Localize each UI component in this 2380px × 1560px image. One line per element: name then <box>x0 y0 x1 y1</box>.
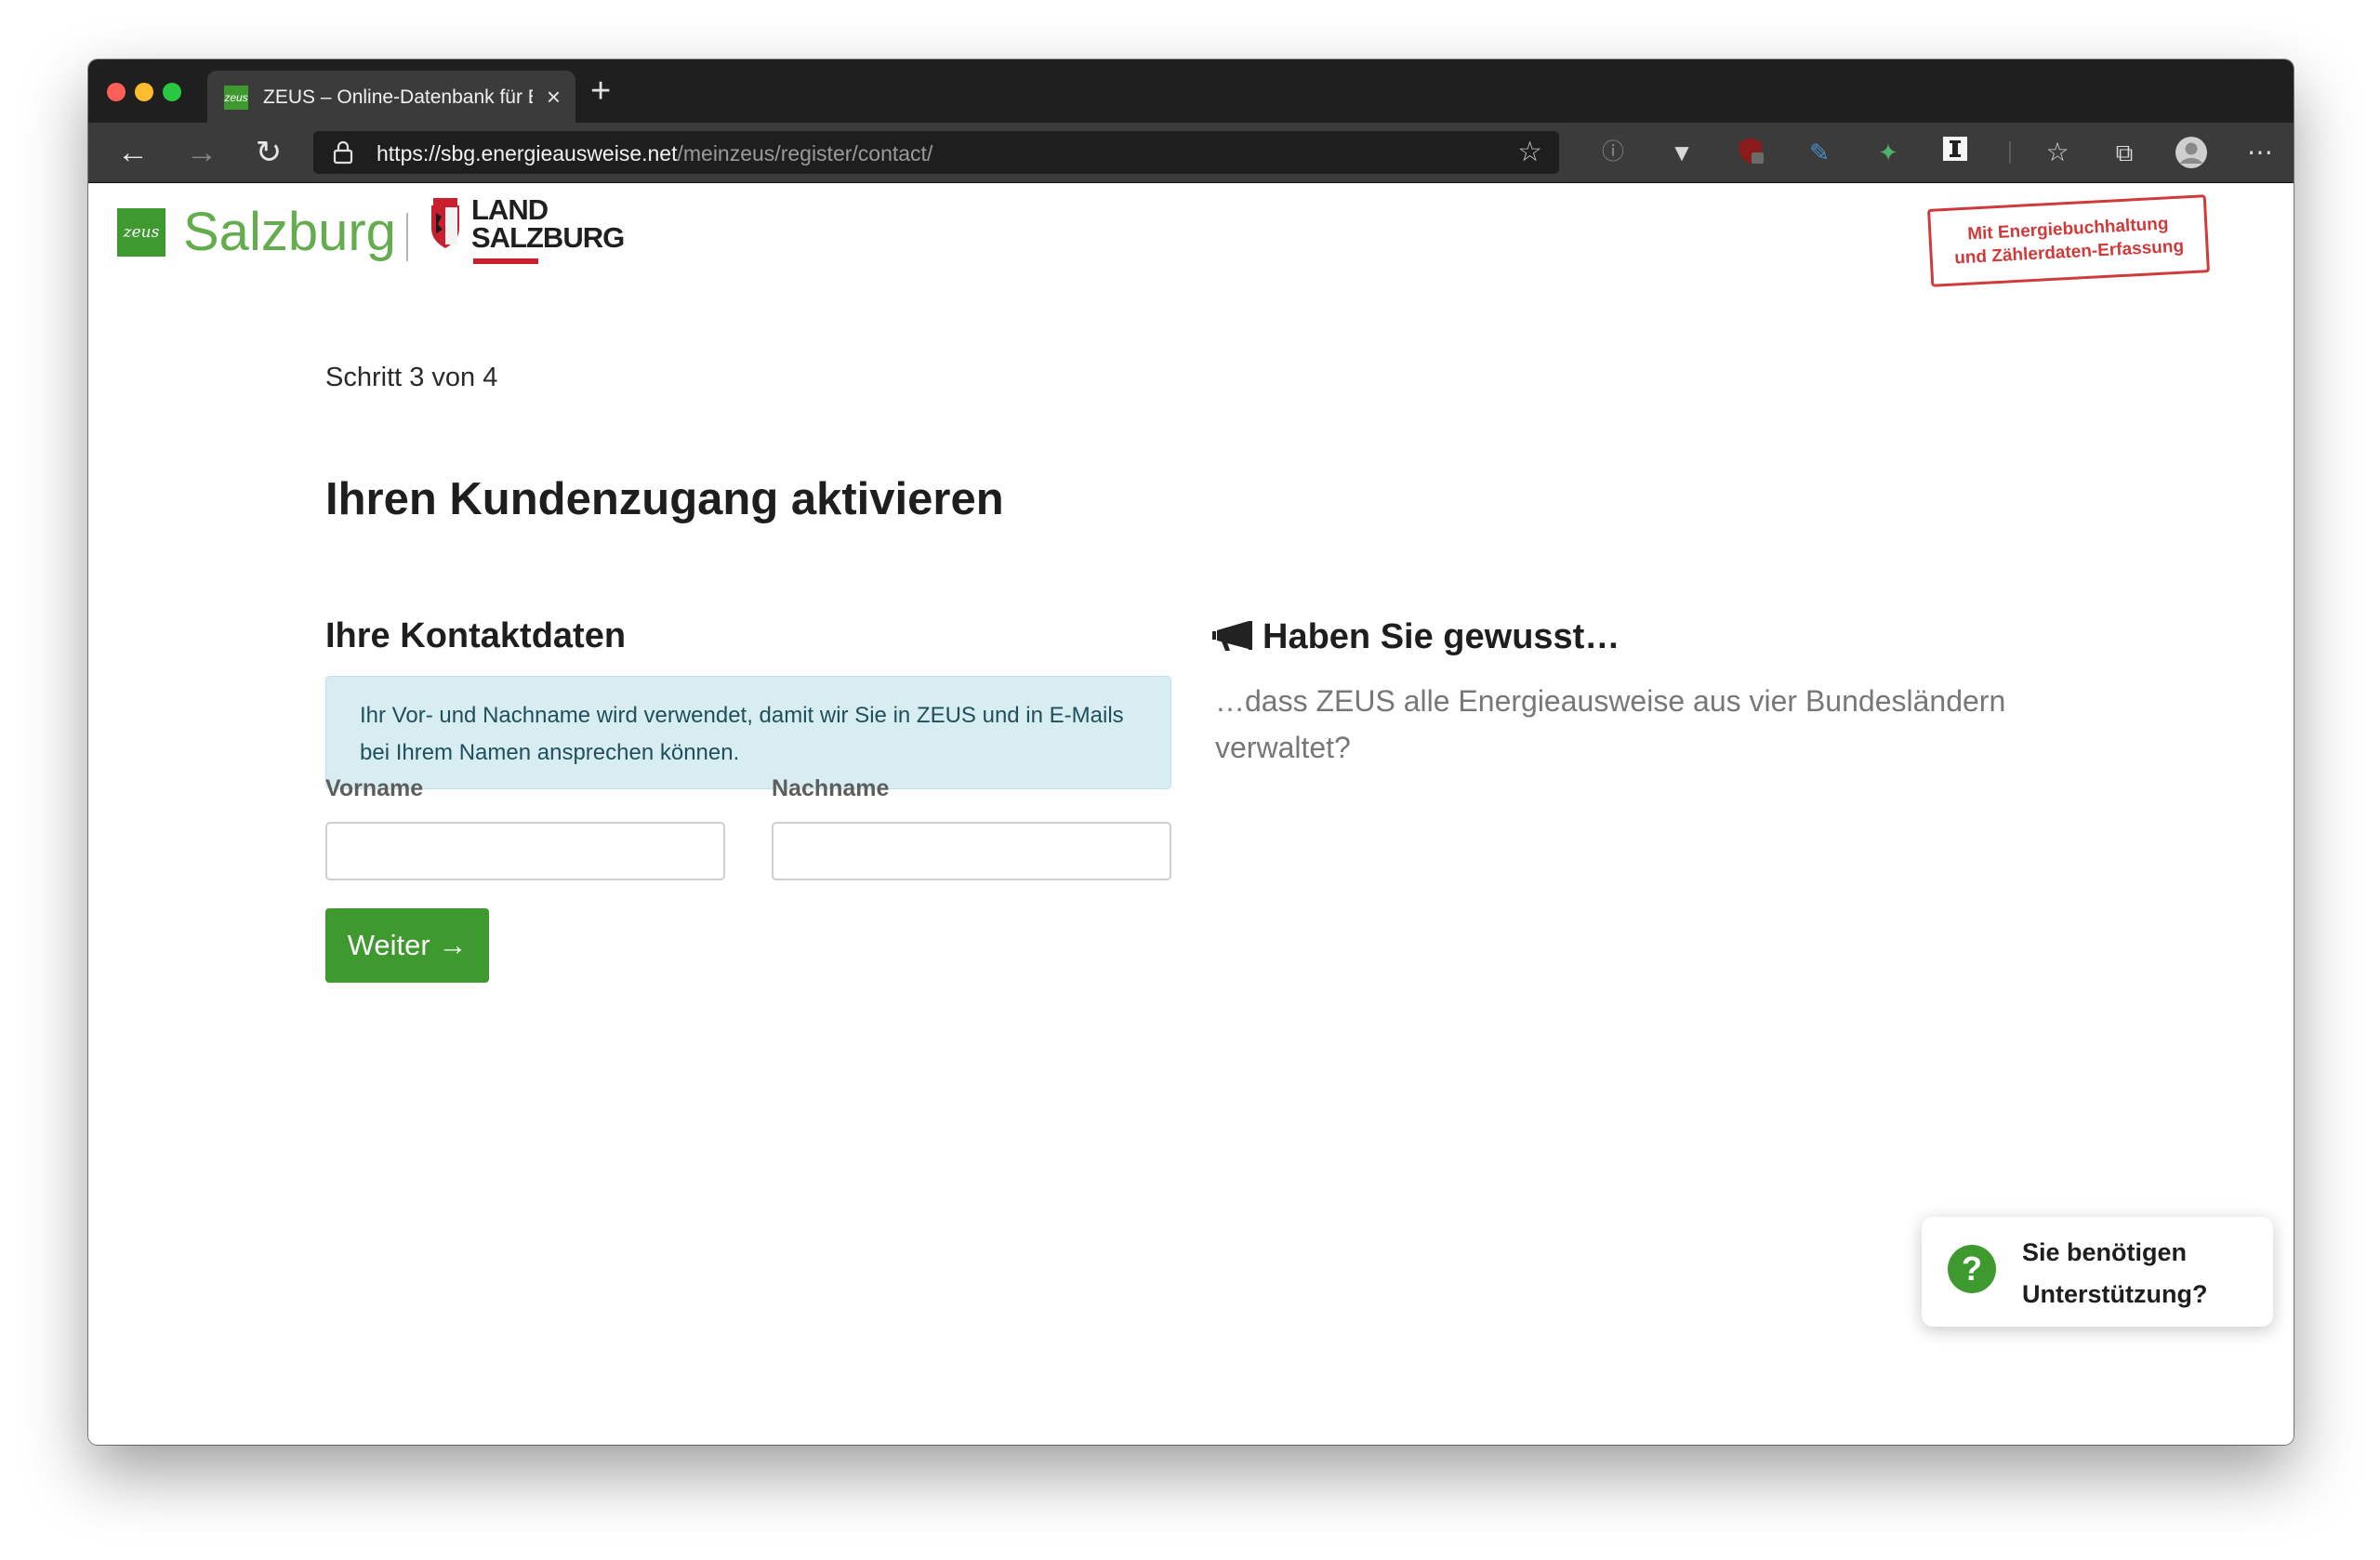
step-indicator: Schritt 3 von 4 <box>325 363 498 392</box>
toolbar-divider <box>2009 141 2011 164</box>
zoom-window-button[interactable] <box>163 83 181 101</box>
contact-section-title: Ihre Kontaktdaten <box>325 616 627 655</box>
coat-of-arms-icon <box>431 198 459 248</box>
first-name-label: Vorname <box>325 775 424 801</box>
vue-devtools-icon[interactable]: ▼ <box>1665 136 1699 169</box>
energy-accounting-stamp: Mit Energiebuchhaltung und Zählerdaten-E… <box>1927 194 2210 287</box>
did-you-know-title: Haben Sie gewusst… <box>1263 617 1620 656</box>
browser-window: zeus ZEUS – Online-Datenbank für Energie… <box>88 59 2294 1445</box>
address-bar[interactable]: https://sbg.energieausweise.net/meinzeus… <box>313 131 1559 174</box>
minimize-window-button[interactable] <box>135 83 153 101</box>
reload-icon[interactable]: ↻ <box>248 132 289 173</box>
land-salzburg-underline <box>473 258 538 264</box>
tab-bar: zeus ZEUS – Online-Datenbank für Energie… <box>88 59 2294 123</box>
last-name-input[interactable] <box>772 822 1171 880</box>
info-icon[interactable]: ⓘ <box>1596 136 1630 169</box>
instapaper-i-icon <box>1943 137 1967 161</box>
back-icon[interactable]: ← <box>112 132 153 173</box>
megaphone-icon <box>1212 621 1252 651</box>
close-window-button[interactable] <box>107 83 126 101</box>
zeus-logo-icon[interactable]: zeus <box>117 208 165 257</box>
collections-icon[interactable]: ⧉ <box>2106 136 2143 169</box>
ublock-shield-icon <box>1739 138 1764 164</box>
more-menu-icon[interactable]: ⋯ <box>2241 136 2279 169</box>
support-text: Sie benötigen Unterstützung? <box>2022 1232 2207 1315</box>
did-you-know-text: …dass ZEUS alle Energieausweise aus vier… <box>1215 684 2006 764</box>
url-text[interactable]: https://sbg.energieausweise.net/meinzeus… <box>377 141 932 166</box>
instapaper-icon[interactable] <box>1938 136 1972 169</box>
land-salzburg-line2: SALZBURG <box>471 221 625 254</box>
browser-toolbar: ← → ↻ https://sbg.energieausweise.net/me… <box>88 123 2294 183</box>
favorite-star-icon[interactable]: ☆ <box>1517 137 1542 168</box>
new-tab-icon[interactable]: + <box>590 73 611 110</box>
tab-zeus[interactable]: zeus ZEUS – Online-Datenbank für Energie… <box>207 71 575 123</box>
avatar-icon <box>2175 137 2207 168</box>
support-widget[interactable]: ? Sie benötigen Unterstützung? <box>1922 1217 2273 1327</box>
page-content: zeus Salzburg LAND SALZBURG Mit Energieb… <box>88 183 2294 1445</box>
lock-icon <box>333 140 353 165</box>
support-line1: Sie benötigen <box>2022 1238 2188 1266</box>
forward-icon[interactable]: → <box>181 132 222 173</box>
hummingbird-extension-icon[interactable]: ✦ <box>1871 136 1905 169</box>
tab-title: ZEUS – Online-Datenbank für Energieauswe… <box>263 86 533 108</box>
feather-extension-icon[interactable]: ✎ <box>1803 136 1836 169</box>
url-path: /meinzeus/register/contact/ <box>677 141 933 165</box>
page-title: Ihren Kundenzugang aktivieren <box>325 474 1004 524</box>
site-name[interactable]: Salzburg <box>183 202 396 263</box>
help-question-icon: ? <box>1948 1245 1996 1293</box>
info-box: Ihr Vor- und Nachname wird verwendet, da… <box>325 676 1171 789</box>
first-name-input[interactable] <box>325 822 725 880</box>
favorites-list-icon[interactable]: ☆ <box>2039 136 2076 169</box>
ublock-icon[interactable] <box>1734 136 1767 169</box>
url-host: https://sbg.energieausweise.net <box>377 141 678 165</box>
profile-avatar-icon[interactable] <box>2173 136 2210 169</box>
support-line2: Unterstützung? <box>2022 1280 2208 1308</box>
continue-button[interactable]: Weiter → <box>325 908 489 983</box>
tab-close-icon[interactable]: × <box>547 83 561 111</box>
logo-divider <box>406 213 408 261</box>
zeus-favicon-icon: zeus <box>224 86 248 110</box>
last-name-label: Nachname <box>772 775 890 801</box>
